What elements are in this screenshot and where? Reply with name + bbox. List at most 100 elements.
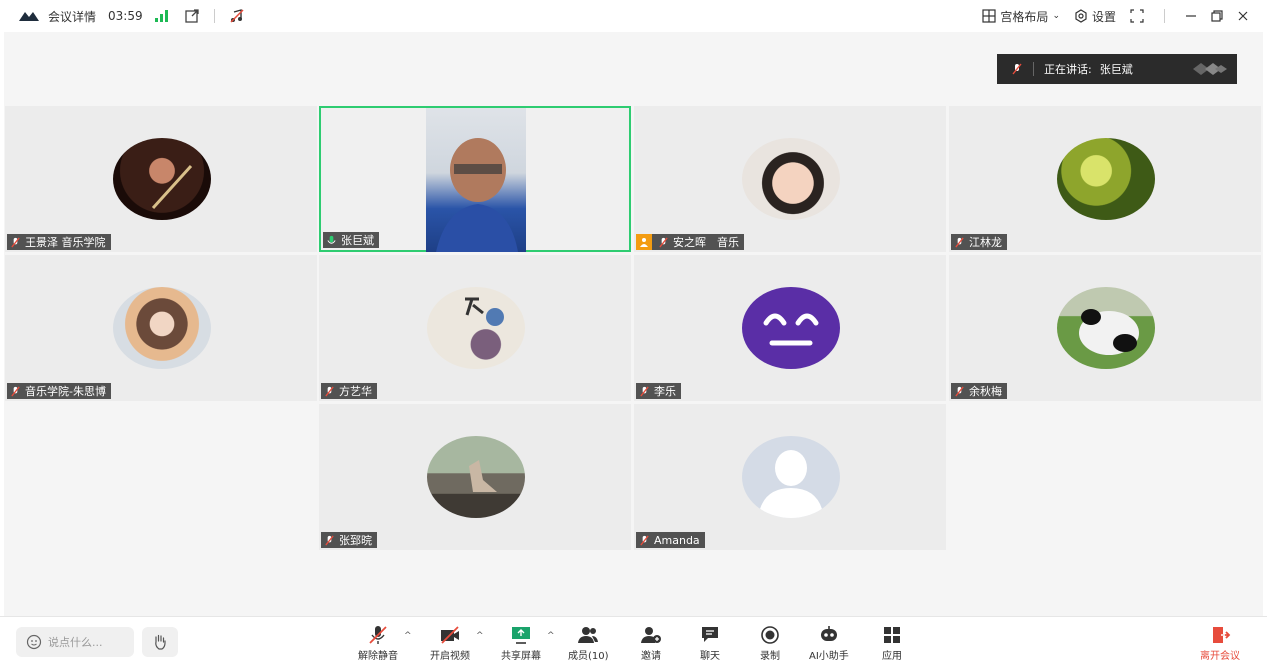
participant-name: Amanda (654, 533, 700, 547)
participant-avatar (113, 287, 211, 369)
gear-icon (1075, 9, 1087, 23)
close-icon[interactable] (1237, 10, 1249, 22)
participant-avatar (742, 138, 840, 220)
mic-muted-icon (11, 237, 20, 247)
participant-tile-active[interactable]: 张巨斌 (319, 106, 631, 252)
participant-tile[interactable]: 李乐 (634, 255, 946, 401)
meeting-timer: 03:59 (108, 9, 143, 23)
participant-avatar (427, 287, 525, 369)
restore-icon[interactable] (1211, 10, 1223, 22)
participant-tile[interactable]: 余秋梅 (949, 255, 1261, 401)
unmute-button[interactable]: 解除静音 (358, 625, 398, 662)
participant-name-tag: 张巨斌 (323, 232, 379, 248)
participant-name-tag: 余秋梅 (951, 383, 1007, 399)
participant-tile[interactable]: 张郅晥 (319, 404, 631, 550)
mic-muted-icon (325, 535, 334, 545)
settings-button[interactable]: 设置 (1074, 8, 1116, 25)
leave-icon (1213, 627, 1231, 643)
apps-button[interactable]: 应用 (881, 625, 903, 662)
share-options-chevron-icon[interactable]: ^ (547, 631, 555, 641)
ai-assistant-button[interactable]: AI小助手 (809, 625, 849, 662)
participant-name: 安之晖 音乐 (673, 236, 739, 249)
participant-name: 张巨斌 (341, 234, 374, 247)
mic-muted-icon (11, 386, 20, 396)
participant-name: 方艺华 (339, 385, 372, 398)
audio-wave-icon (1193, 63, 1227, 75)
participant-name: 余秋梅 (969, 385, 1002, 398)
chat-label: 聊天 (700, 651, 720, 662)
members-icon (578, 627, 599, 643)
participant-avatar (1057, 287, 1155, 369)
fullscreen-icon[interactable] (1130, 9, 1144, 23)
participant-video (426, 108, 526, 252)
participant-name-tag: 安之晖 音乐 (636, 234, 744, 250)
quick-chat-input[interactable]: 说点什么... (16, 627, 134, 657)
participant-avatar (427, 436, 525, 518)
apps-label: 应用 (882, 651, 902, 662)
video-options-chevron-icon[interactable]: ^ (476, 631, 484, 641)
host-badge-icon (636, 234, 652, 250)
start-video-label: 开启视频 (430, 651, 470, 662)
participant-tile[interactable]: 江林龙 (949, 106, 1261, 252)
participant-tile[interactable]: 方艺华 (319, 255, 631, 401)
chat-icon (702, 627, 718, 642)
chevron-down-icon: ⌄ (1052, 11, 1060, 21)
audio-options-chevron-icon[interactable]: ^ (404, 631, 412, 641)
speaking-indicator: 正在讲话: 张巨斌 (997, 54, 1237, 84)
raise-hand-button[interactable] (142, 627, 178, 657)
participant-avatar (742, 287, 840, 369)
participant-name-tag: 江林龙 (951, 234, 1007, 250)
mic-speaking-icon (327, 235, 336, 244)
ai-assistant-label: AI小助手 (809, 651, 849, 662)
meeting-toolbar: 说点什么... 解除静音 ^ 开启视频 ^ 共享屏幕 ^ 成员(10) 邀请 聊… (0, 616, 1267, 670)
share-link-icon[interactable] (184, 8, 200, 24)
default-avatar-icon (742, 436, 840, 518)
chat-button[interactable]: 聊天 (699, 625, 721, 662)
record-icon (761, 626, 779, 644)
invite-button[interactable]: 邀请 (640, 625, 662, 662)
participant-name-tag: 张郅晥 (321, 532, 377, 548)
apps-grid-icon (884, 627, 900, 643)
screen-share-icon (512, 627, 530, 644)
record-label: 录制 (760, 651, 780, 662)
grid-layout-button[interactable]: 宫格布局 ⌄ (982, 8, 1060, 25)
leave-meeting-button[interactable]: 离开会议 (1200, 625, 1240, 662)
participant-tile[interactable]: 安之晖 音乐 (634, 106, 946, 252)
invite-label: 邀请 (641, 651, 661, 662)
ai-robot-icon (820, 626, 837, 641)
participant-name: 李乐 (654, 385, 676, 398)
participant-tile[interactable]: 王景泽 音乐学院 (5, 106, 317, 252)
participant-avatar (1057, 138, 1155, 220)
participant-avatar (113, 138, 211, 220)
share-screen-label: 共享屏幕 (501, 651, 541, 662)
participant-name-tag: 王景泽 音乐学院 (7, 234, 111, 250)
camera-off-icon (441, 626, 459, 644)
participant-name-tag: 音乐学院-朱思博 (7, 383, 111, 399)
video-grid: 正在讲话: 张巨斌 王景泽 音乐学院 张巨斌 安之晖 音乐 江林龙 音乐学院-朱… (4, 32, 1263, 616)
mic-muted-icon (325, 386, 334, 396)
emoji-icon[interactable] (26, 634, 42, 650)
participant-name: 王景泽 音乐学院 (25, 236, 106, 249)
window-controls-divider (1164, 9, 1165, 23)
participant-name-tag: 李乐 (636, 383, 681, 399)
record-button[interactable]: 录制 (759, 625, 781, 662)
title-divider (213, 9, 215, 23)
start-video-button[interactable]: 开启视频 (430, 625, 470, 662)
share-screen-button[interactable]: 共享屏幕 (501, 625, 541, 662)
mic-muted-icon (955, 237, 964, 247)
grid-layout-icon (982, 9, 997, 23)
minimize-icon[interactable] (1185, 10, 1197, 22)
participant-name: 张郅晥 (339, 534, 372, 547)
leave-meeting-label: 离开会议 (1200, 651, 1240, 662)
speaking-divider (1033, 62, 1034, 76)
mic-muted-icon (369, 626, 387, 644)
participant-tile[interactable]: 音乐学院-朱思博 (5, 255, 317, 401)
members-button[interactable]: 成员(10) (568, 625, 609, 662)
participant-name-tag: 方艺华 (321, 383, 377, 399)
participant-tile[interactable]: Amanda (634, 404, 946, 550)
app-logo-icon (19, 12, 39, 21)
meeting-details-title[interactable]: 会议详情 (48, 8, 96, 25)
network-signal-icon[interactable] (154, 10, 168, 22)
music-muted-icon[interactable] (229, 8, 245, 24)
mic-muted-icon (955, 386, 964, 396)
